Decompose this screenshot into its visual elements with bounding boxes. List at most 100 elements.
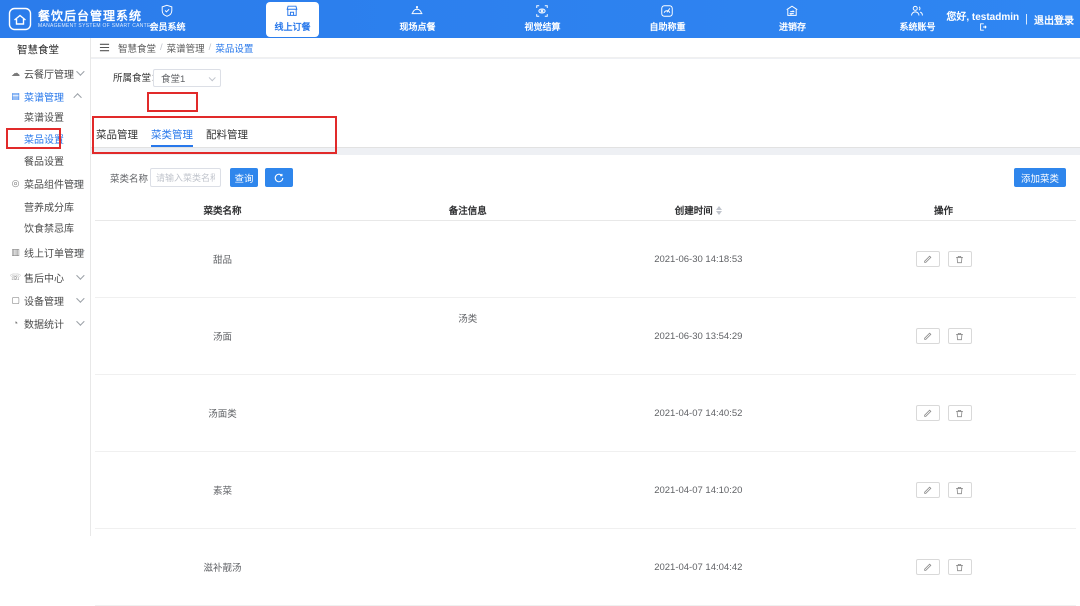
col-remark: 备注信息 <box>350 203 585 217</box>
breadcrumb-separator: / <box>209 42 212 53</box>
category-name-label: 菜类名称 <box>110 171 148 185</box>
chevron-down-icon <box>76 67 84 75</box>
created-time: 2021-04-07 14:04:42 <box>585 562 811 573</box>
tab-category-manage[interactable]: 菜类管理 <box>151 127 193 147</box>
user-divider: | <box>1025 13 1028 25</box>
breadcrumb-current: 菜品设置 <box>215 41 253 55</box>
table-row: 滋补靓汤 2021-04-07 14:04:42 <box>95 529 1076 606</box>
aftersale-phone-icon: ☏ <box>9 272 22 283</box>
nav-self-weigh[interactable]: 自助称重 <box>605 0 730 38</box>
logout-arrow-icon <box>979 23 987 31</box>
top-bar: 餐饮后台管理系统 MANAGEMENT SYSTEM OF SMART CANT… <box>0 0 1080 38</box>
edit-button[interactable] <box>916 251 940 267</box>
sort-icon[interactable] <box>716 206 722 215</box>
edit-pencil-icon <box>923 332 932 341</box>
created-time: 2021-06-30 14:18:53 <box>585 254 811 265</box>
content-card: 菜类名称 查询 添加菜类 菜类名称 备注信息 创建时间 操作 甜品 2021-0… <box>91 155 1080 536</box>
edit-button[interactable] <box>916 559 940 575</box>
col-operation: 操作 <box>811 203 1076 217</box>
sidebar-item-menu-setting[interactable]: 菜谱设置 <box>0 105 91 127</box>
trash-icon <box>955 486 964 495</box>
order-list-icon: ▥ <box>9 247 22 258</box>
delete-button[interactable] <box>948 482 972 498</box>
category-name: 汤面类 <box>95 406 350 420</box>
delete-button[interactable] <box>948 251 972 267</box>
created-time: 2021-04-07 14:10:20 <box>585 485 811 496</box>
sidebar-item-aftersale-center[interactable]: ☏ 售后中心 <box>0 266 91 288</box>
greeting-text: 您好, testadmin <box>946 8 1019 23</box>
breadcrumb-item[interactable]: 智慧食堂 <box>118 41 156 55</box>
add-category-button[interactable]: 添加菜类 <box>1014 168 1066 187</box>
table-row: 汤面类 2021-04-07 14:40:52 <box>95 375 1076 452</box>
table-row: 汤面 汤类 2021-06-30 13:54:29 <box>95 298 1076 375</box>
scale-gauge-icon <box>660 4 674 18</box>
main-content: 智慧食堂 / 菜谱管理 / 菜品设置 所属食堂： 食堂1 菜品管理 菜类管理 配… <box>91 38 1080 536</box>
sidebar-item-nutrition-lib[interactable]: 营养成分库 <box>0 195 91 217</box>
tab-bar: 菜品管理 菜类管理 配料管理 <box>96 127 248 147</box>
cloche-icon <box>410 4 424 18</box>
delete-button[interactable] <box>948 328 972 344</box>
top-nav: 会员系统 线上订餐 现场点餐 视觉结算 自助称重 <box>105 0 980 38</box>
remark: 汤类 <box>350 311 585 325</box>
chevron-down-icon <box>76 317 84 325</box>
nav-online-order[interactable]: 线上订餐 <box>230 0 355 38</box>
category-name: 滋补靓汤 <box>95 560 350 574</box>
sidebar-item-meal-setting[interactable]: 餐品设置 <box>0 149 91 171</box>
edit-pencil-icon <box>923 486 932 495</box>
sidebar-collapse-icon[interactable] <box>99 42 110 53</box>
edit-pencil-icon <box>923 563 932 572</box>
query-button[interactable]: 查询 <box>230 168 258 187</box>
sidebar-item-dish-setting[interactable]: 菜品设置 <box>0 127 91 149</box>
col-category-name: 菜类名称 <box>95 203 350 217</box>
trash-icon <box>955 255 964 264</box>
nav-inventory[interactable]: 进销存 <box>730 0 855 38</box>
table-header: 菜类名称 备注信息 创建时间 操作 <box>95 200 1076 221</box>
user-box: 您好, testadmin | 退出登录 <box>946 0 1074 38</box>
nav-member-system[interactable]: 会员系统 <box>105 0 230 38</box>
form-region: 所属食堂： 食堂1 菜品管理 菜类管理 配料管理 <box>91 59 1080 148</box>
sidebar-item-diet-taboo-lib[interactable]: 饮食禁忌库 <box>0 216 91 238</box>
sidebar-item-cloud-canteen[interactable]: ☁ 云餐厅管理 <box>0 62 91 84</box>
components-icon: ◎ <box>9 178 22 189</box>
sidebar-item-online-order-manage[interactable]: ▥ 线上订单管理 <box>0 241 91 263</box>
stats-icon: ◔ <box>9 318 22 328</box>
cloud-canteen-icon: ☁ <box>9 68 22 79</box>
tab-dish-manage[interactable]: 菜品管理 <box>96 127 138 147</box>
logout-button[interactable]: 退出登录 <box>1034 12 1074 27</box>
refresh-button[interactable] <box>265 168 293 187</box>
category-name-input[interactable] <box>150 168 221 187</box>
menu-book-icon: ▤ <box>9 91 22 102</box>
delete-button[interactable] <box>948 405 972 421</box>
tab-ingredient-manage[interactable]: 配料管理 <box>206 127 248 147</box>
edit-button[interactable] <box>916 405 940 421</box>
nav-vision-checkout[interactable]: 视觉结算 <box>480 0 605 38</box>
users-icon <box>910 4 924 18</box>
chevron-down-icon <box>76 294 84 302</box>
refresh-icon <box>274 173 284 183</box>
sidebar-item-menu-manage[interactable]: ▤ 菜谱管理 <box>0 85 91 107</box>
category-name: 甜品 <box>95 252 350 266</box>
category-name: 汤面 <box>95 329 350 343</box>
chevron-up-icon <box>73 93 81 101</box>
table-row: 素菜 2021-04-07 14:10:20 <box>95 452 1076 529</box>
breadcrumb-item[interactable]: 菜谱管理 <box>167 41 205 55</box>
created-time: 2021-06-30 13:54:29 <box>585 331 811 342</box>
edit-button[interactable] <box>916 328 940 344</box>
logo-icon <box>8 7 32 31</box>
sidebar-item-device-manage[interactable]: ▢ 设备管理 <box>0 289 91 311</box>
member-shield-icon <box>160 4 174 18</box>
delete-button[interactable] <box>948 559 972 575</box>
category-name: 素菜 <box>95 483 350 497</box>
breadcrumb-separator: / <box>160 42 163 53</box>
vision-scan-eye-icon <box>535 4 549 18</box>
col-created-time[interactable]: 创建时间 <box>585 203 811 217</box>
edit-pencil-icon <box>923 255 932 264</box>
edit-button[interactable] <box>916 482 940 498</box>
canteen-select[interactable]: 食堂1 <box>153 69 221 87</box>
breadcrumb: 智慧食堂 / 菜谱管理 / 菜品设置 <box>91 38 1080 58</box>
sidebar-item-data-stats[interactable]: ◔ 数据统计 <box>0 312 91 334</box>
created-time: 2021-04-07 14:40:52 <box>585 408 811 419</box>
sidebar-item-dish-component[interactable]: ◎ 菜品组件管理 <box>0 172 91 194</box>
nav-onsite-order[interactable]: 现场点餐 <box>355 0 480 38</box>
trash-icon <box>955 409 964 418</box>
